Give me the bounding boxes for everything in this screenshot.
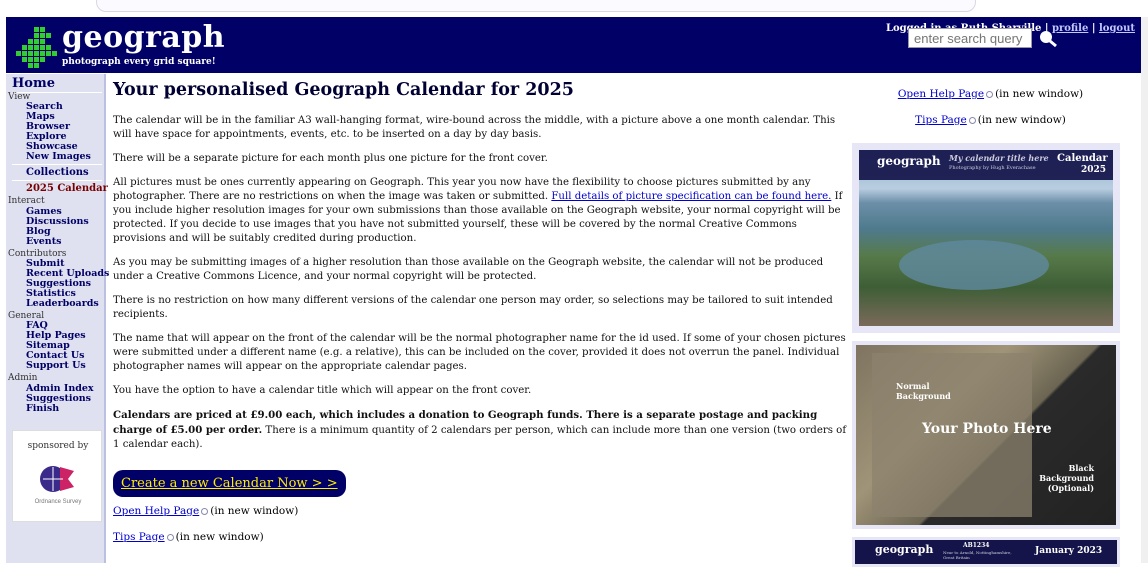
- coast-bay: [899, 240, 1049, 290]
- paragraph-title-option: You have the option to have a calendar t…: [113, 385, 532, 396]
- cover-sample-card: geograph My calendar title here Photogra…: [852, 143, 1120, 333]
- left-sidebar: Home View Search Maps Browser Explore Sh…: [6, 74, 109, 563]
- logout-link[interactable]: logout: [1099, 23, 1135, 34]
- right-panel: Open Help Page (in new window) Tips Page (…: [848, 88, 1133, 567]
- sidebar-item-leaderboards[interactable]: Leaderboards: [26, 298, 99, 309]
- sidebar-item-events[interactable]: Events: [26, 236, 61, 247]
- sidebar-item-2025-calendar[interactable]: 2025 Calendar: [26, 183, 108, 194]
- paragraph-versions: There is no restriction on how many diff…: [113, 295, 833, 320]
- photo-sample-image: Normal Background Your Photo Here Black …: [856, 345, 1116, 525]
- paragraph-format: The calendar will be in the familiar A3 …: [113, 115, 836, 140]
- external-window-icon: [968, 116, 976, 124]
- month-logo: geograph: [875, 543, 934, 556]
- cover-calendar-label: Calendar: [1057, 153, 1108, 164]
- site-logo[interactable]: geograph photograph every grid square!: [16, 20, 225, 71]
- grid-logo-icon: [16, 27, 57, 68]
- tips-link-line: Tips Page (in new window): [113, 531, 848, 543]
- search-icon[interactable]: [1036, 28, 1060, 48]
- your-photo-here-label: Your Photo Here: [922, 421, 1052, 437]
- external-window-icon: [201, 507, 209, 515]
- sponsor-box: sponsored by Ordnance Survey: [12, 430, 102, 522]
- photo-sample-card: Normal Background Your Photo Here Black …: [852, 341, 1120, 529]
- cover-logo: geograph: [877, 154, 941, 168]
- cover-credit: Photography by Hugh Everachase: [949, 165, 1036, 171]
- paragraph-pictures: There will be a separate picture for eac…: [113, 153, 548, 164]
- sidebar-divider: [12, 164, 102, 165]
- browser-address-pill: [96, 0, 976, 12]
- new-window-note: (in new window): [210, 505, 299, 517]
- month-place: Near to Arnold, Nottinghamshire, Great B…: [943, 550, 1012, 560]
- open-help-link[interactable]: Open Help Page: [113, 505, 199, 517]
- external-window-icon: [986, 90, 994, 98]
- sidebar-item-collections[interactable]: Collections: [26, 167, 89, 178]
- cover-year: 2025: [1081, 165, 1107, 175]
- help-link-line: Open Help Page (in new window): [113, 505, 848, 517]
- new-window-note: (in new window): [995, 88, 1084, 100]
- sidebar-heading-admin: Admin: [8, 373, 38, 383]
- sponsored-by-label: sponsored by: [27, 441, 89, 451]
- new-window-note: (in new window): [977, 114, 1066, 126]
- cover-sample-image: geograph My calendar title here Photogra…: [859, 150, 1113, 326]
- vertical-scrollbar[interactable]: [1141, 17, 1148, 563]
- search-input[interactable]: [908, 28, 1032, 48]
- browser-top-strip: [0, 0, 1148, 17]
- sidebar-item-finish[interactable]: Finish: [26, 403, 59, 414]
- logo-tagline: photograph every grid square!: [62, 57, 216, 67]
- main-content: Your personalised Geograph Calendar for …: [113, 78, 848, 543]
- sidebar-item-support-us[interactable]: Support Us: [26, 360, 86, 371]
- sidebar-home-link[interactable]: Home: [12, 76, 55, 91]
- paragraph-specification: All pictures must be ones currently appe…: [113, 176, 848, 246]
- sidebar-item-new-images[interactable]: New Images: [26, 151, 91, 162]
- logo-wordmark: geograph: [62, 20, 226, 55]
- right-help-link-line: Open Help Page (in new window): [848, 88, 1133, 100]
- sponsor-name: Ordnance Survey: [34, 499, 82, 505]
- right-tips-link-line: Tips Page (in new window): [848, 114, 1133, 126]
- external-window-icon: [166, 533, 174, 541]
- create-calendar-button[interactable]: Create a new Calendar Now > >: [113, 470, 346, 497]
- paragraph-photographer-name: The name that will appear on the front o…: [113, 333, 846, 372]
- page-title: Your personalised Geograph Calendar for …: [113, 80, 574, 100]
- month-sample-bar: geograph AB1234 Near to Arnold, Nottingh…: [855, 540, 1117, 564]
- right-tips-link[interactable]: Tips Page: [915, 114, 967, 126]
- cover-title-here: My calendar title here: [949, 153, 1049, 163]
- specification-link[interactable]: Full details of picture specification ca…: [551, 191, 831, 202]
- right-open-help-link[interactable]: Open Help Page: [898, 88, 984, 100]
- paragraph-licence: As you may be submitting images of a hig…: [113, 257, 824, 282]
- black-background-label: Black Background (Optional): [1039, 463, 1094, 493]
- sidebar-heading-interact: Interact: [8, 196, 45, 206]
- new-window-note: (in new window): [175, 531, 264, 543]
- month-gridref: AB1234: [963, 542, 990, 549]
- sidebar-divider: [12, 180, 102, 181]
- ordnance-survey-logo-icon[interactable]: [38, 461, 78, 497]
- month-label: January 2023: [1035, 546, 1103, 556]
- paragraph-pricing: Calendars are priced at £9.00 each, whic…: [113, 408, 848, 452]
- normal-background-label: Normal Background: [896, 381, 951, 401]
- tips-link[interactable]: Tips Page: [113, 531, 165, 543]
